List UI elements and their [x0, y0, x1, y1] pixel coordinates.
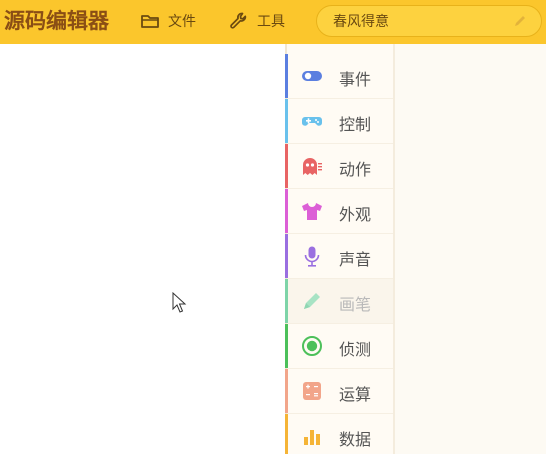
category-looks[interactable]: 外观: [285, 189, 393, 234]
category-label: 运算: [339, 385, 372, 404]
category-label: 侦测: [339, 340, 372, 359]
category-stripe: [285, 279, 288, 323]
project-title-input[interactable]: [333, 13, 513, 29]
file-menu-button[interactable]: 文件: [140, 8, 196, 34]
category-label: 画笔: [339, 295, 372, 314]
category-label: 动作: [339, 160, 372, 179]
category-events[interactable]: 事件: [285, 54, 393, 99]
top-bar: 源码编辑器 文件 工具: [0, 0, 546, 44]
category-label: 事件: [339, 70, 372, 89]
category-label: 外观: [339, 205, 372, 224]
folder-icon: [141, 15, 159, 28]
wrench-icon: [230, 12, 247, 29]
category-stripe: [285, 144, 288, 188]
toggle-icon: [302, 71, 322, 81]
radar-icon: [302, 336, 322, 356]
gamepad-icon: [302, 117, 322, 126]
category-stripe: [285, 189, 288, 233]
category-stripe: [285, 414, 288, 454]
bar-chart-icon: [304, 430, 320, 445]
category-sensing[interactable]: 侦测: [285, 324, 393, 369]
category-operators[interactable]: 运算: [285, 369, 393, 414]
block-palette-area[interactable]: [393, 44, 546, 454]
category-stripe: [285, 234, 288, 278]
microphone-icon: [304, 246, 320, 267]
category-label: 数据: [339, 430, 372, 449]
tools-menu-label: 工具: [257, 14, 285, 30]
category-stripe: [285, 324, 288, 368]
shirt-icon: [302, 203, 322, 220]
app-logo[interactable]: 源码编辑器: [4, 6, 109, 36]
calculator-icon: [303, 382, 321, 400]
mouse-cursor-icon: [172, 292, 187, 313]
category-pen[interactable]: 画笔: [285, 279, 393, 324]
file-menu-label: 文件: [168, 14, 196, 30]
category-label: 控制: [339, 115, 372, 134]
category-stripe: [285, 369, 288, 413]
category-label: 声音: [339, 250, 372, 269]
tools-menu-button[interactable]: 工具: [229, 8, 285, 34]
category-sound[interactable]: 声音: [285, 234, 393, 279]
category-sidebar: 事件 控制 动作 外观 声音 画笔 侦测 运算 数据: [285, 44, 393, 454]
stage-canvas[interactable]: [0, 44, 286, 454]
category-control[interactable]: 控制: [285, 99, 393, 144]
project-title-box: [316, 5, 542, 37]
pencil-icon[interactable]: [513, 14, 527, 28]
ghost-icon: [303, 158, 322, 175]
category-motion[interactable]: 动作: [285, 144, 393, 189]
category-stripe: [285, 54, 288, 98]
category-stripe: [285, 99, 288, 143]
pen-icon: [304, 293, 320, 309]
category-data[interactable]: 数据: [285, 414, 393, 454]
